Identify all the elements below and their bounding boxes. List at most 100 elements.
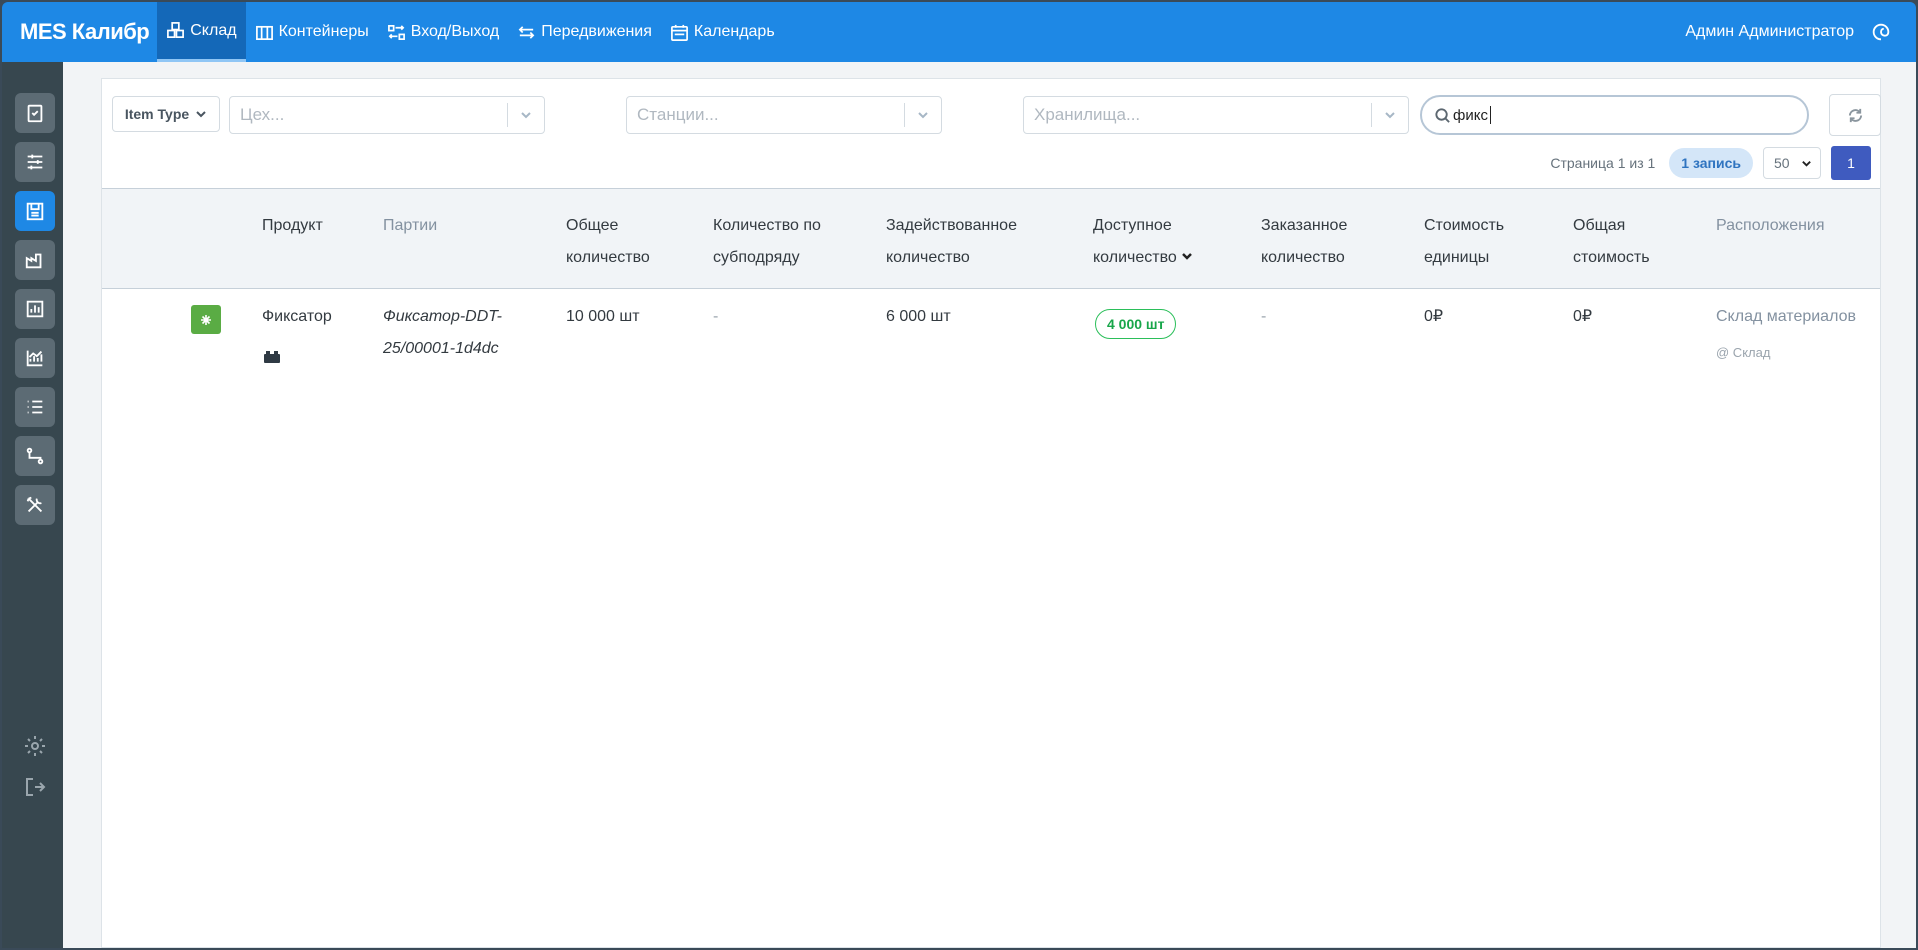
text-caret	[1489, 106, 1491, 124]
col-locations[interactable]: Расположения	[1716, 210, 1825, 242]
col-label-2: количество	[1093, 249, 1177, 267]
line-chart-icon	[26, 350, 43, 367]
sidebar-item-routes[interactable]	[15, 436, 55, 476]
page-info: Страница 1 из 1	[1550, 155, 1656, 171]
nav-label: Вход/Выход	[410, 23, 500, 40]
list-icon	[27, 400, 43, 414]
product-type-badge	[191, 305, 221, 334]
chevron-down-icon	[1802, 160, 1811, 167]
search-icon	[1435, 107, 1450, 123]
profile-swirl-icon[interactable]	[1870, 21, 1892, 43]
calendar-icon	[670, 24, 688, 41]
warehouse-icon	[167, 22, 185, 39]
chevron-down-icon	[1372, 108, 1408, 122]
app-logo[interactable]: MES Калибр	[2, 19, 157, 45]
col-subcontract-qty[interactable]: Количество по субподряду	[713, 210, 821, 274]
route-icon	[26, 447, 44, 465]
cell-total-cost: 0₽	[1573, 308, 1593, 325]
cell-batch[interactable]: Фиксатор-DDT- 25/00001-1d4dc	[383, 301, 502, 365]
available-qty-badge: 4 000 шт	[1095, 309, 1177, 339]
col-label-2: субподряду	[713, 249, 800, 266]
refresh-icon	[1848, 108, 1862, 122]
col-label: Расположения	[1716, 217, 1825, 234]
search-input[interactable]: фикс	[1420, 95, 1809, 135]
nav-label: Контейнеры	[278, 23, 369, 40]
workshop-placeholder: Цех...	[240, 105, 285, 124]
cell-committed-qty: 6 000 шт	[886, 308, 951, 325]
nav-containers[interactable]: Контейнеры	[246, 2, 378, 62]
search-value: фикс	[1453, 106, 1488, 124]
col-unit-cost[interactable]: Стоимость единицы	[1424, 210, 1504, 274]
main-nav: Склад Контейнеры Вход/Выход Передвижения…	[157, 2, 783, 62]
table-row[interactable]: Фиксатор Фиксатор-DDT- 25/00001-1d4dc 10…	[102, 289, 1880, 379]
per-page-select[interactable]: 50	[1763, 147, 1821, 179]
col-label-1: Доступное	[1093, 217, 1172, 234]
col-label-2: стоимость	[1573, 249, 1650, 266]
refresh-button[interactable]	[1829, 94, 1881, 136]
col-label-1: Задействованное	[886, 217, 1017, 234]
nav-warehouse[interactable]: Склад	[157, 2, 246, 62]
col-label-1: Количество по	[713, 217, 821, 234]
storage-select[interactable]: Хранилища...	[1023, 96, 1409, 134]
item-type-label: Item Type	[124, 106, 190, 122]
workshop-select[interactable]: Цех...	[229, 96, 545, 134]
top-navbar: MES Калибр Склад Контейнеры Вход/Выход П…	[2, 2, 1916, 62]
sidebar-settings[interactable]	[22, 733, 48, 759]
pagination: Страница 1 из 1 1 запись 50 1	[1550, 146, 1871, 180]
nav-calendar[interactable]: Календарь	[661, 2, 784, 62]
batch-line-2: 25/00001-1d4dc	[383, 340, 499, 357]
col-available-qty[interactable]: Доступное количество	[1093, 210, 1193, 274]
stations-select[interactable]: Станции...	[626, 96, 942, 134]
stations-placeholder: Станции...	[637, 105, 719, 124]
col-ordered-qty[interactable]: Заказанное количество	[1261, 210, 1347, 274]
sidebar-item-analytics[interactable]	[15, 338, 55, 378]
item-type-dropdown[interactable]: Item Type	[112, 96, 220, 132]
sidebar-item-reports[interactable]	[15, 289, 55, 329]
sidebar-item-settings-flow[interactable]	[15, 142, 55, 182]
sidebar-item-tools[interactable]	[15, 485, 55, 525]
col-label-2: единицы	[1424, 249, 1490, 266]
location-parent: @ Склад	[1716, 345, 1771, 360]
inout-icon	[387, 24, 405, 40]
cell-total-qty: 10 000 шт	[566, 308, 640, 325]
col-batches[interactable]: Партии	[383, 210, 437, 242]
containers-icon	[255, 25, 273, 40]
nav-transfers[interactable]: Передвижения	[508, 2, 661, 62]
page-button-current[interactable]: 1	[1831, 146, 1871, 180]
col-product[interactable]: Продукт	[262, 210, 323, 242]
col-label-2: количество	[1261, 249, 1345, 266]
chevron-down-icon	[508, 108, 544, 122]
sidebar-logout[interactable]	[22, 774, 48, 800]
sidebar-item-tasks[interactable]	[15, 93, 55, 133]
storage-placeholder: Хранилища...	[1034, 105, 1141, 124]
sidebar-item-list[interactable]	[15, 387, 55, 427]
col-label-2: количество	[886, 249, 970, 266]
records-count-badge: 1 запись	[1669, 148, 1753, 178]
nav-label: Склад	[190, 21, 237, 39]
col-total-qty[interactable]: Общее количество	[566, 210, 650, 274]
nav-label: Календарь	[693, 23, 775, 40]
sliders-icon	[27, 154, 43, 170]
col-label-1: Заказанное	[1261, 217, 1348, 234]
user-name[interactable]: Админ Администратор	[1685, 23, 1854, 41]
cell-subcontract-qty: -	[713, 308, 719, 325]
filter-bar: Item Type Цех... Станции... Хранилища...	[112, 94, 1881, 136]
col-total-cost[interactable]: Общая стоимость	[1573, 210, 1650, 274]
sort-desc-icon	[1181, 242, 1193, 274]
logout-icon	[26, 778, 46, 796]
nav-label: Передвижения	[541, 23, 652, 40]
cell-product[interactable]: Фиксатор	[262, 301, 332, 333]
sidebar-item-production[interactable]	[15, 240, 55, 280]
settings-icon	[25, 736, 45, 756]
chevron-down-icon	[196, 111, 206, 118]
col-committed-qty[interactable]: Задействованное количество	[886, 210, 1017, 274]
table-header: Продукт Партии Общее количество Количест…	[102, 188, 1880, 289]
main-content: Item Type Цех... Станции... Хранилища...	[63, 62, 1916, 948]
nav-in-out[interactable]: Вход/Выход	[378, 2, 509, 62]
chevron-down-icon	[905, 108, 941, 122]
col-label-1: Общее	[566, 217, 619, 234]
sidebar-item-warehouse[interactable]	[15, 191, 55, 231]
location-link[interactable]: Склад материалов	[1716, 301, 1856, 333]
col-label-1: Стоимость	[1424, 217, 1505, 234]
batch-line-1: Фиксатор-DDT-	[383, 308, 502, 325]
